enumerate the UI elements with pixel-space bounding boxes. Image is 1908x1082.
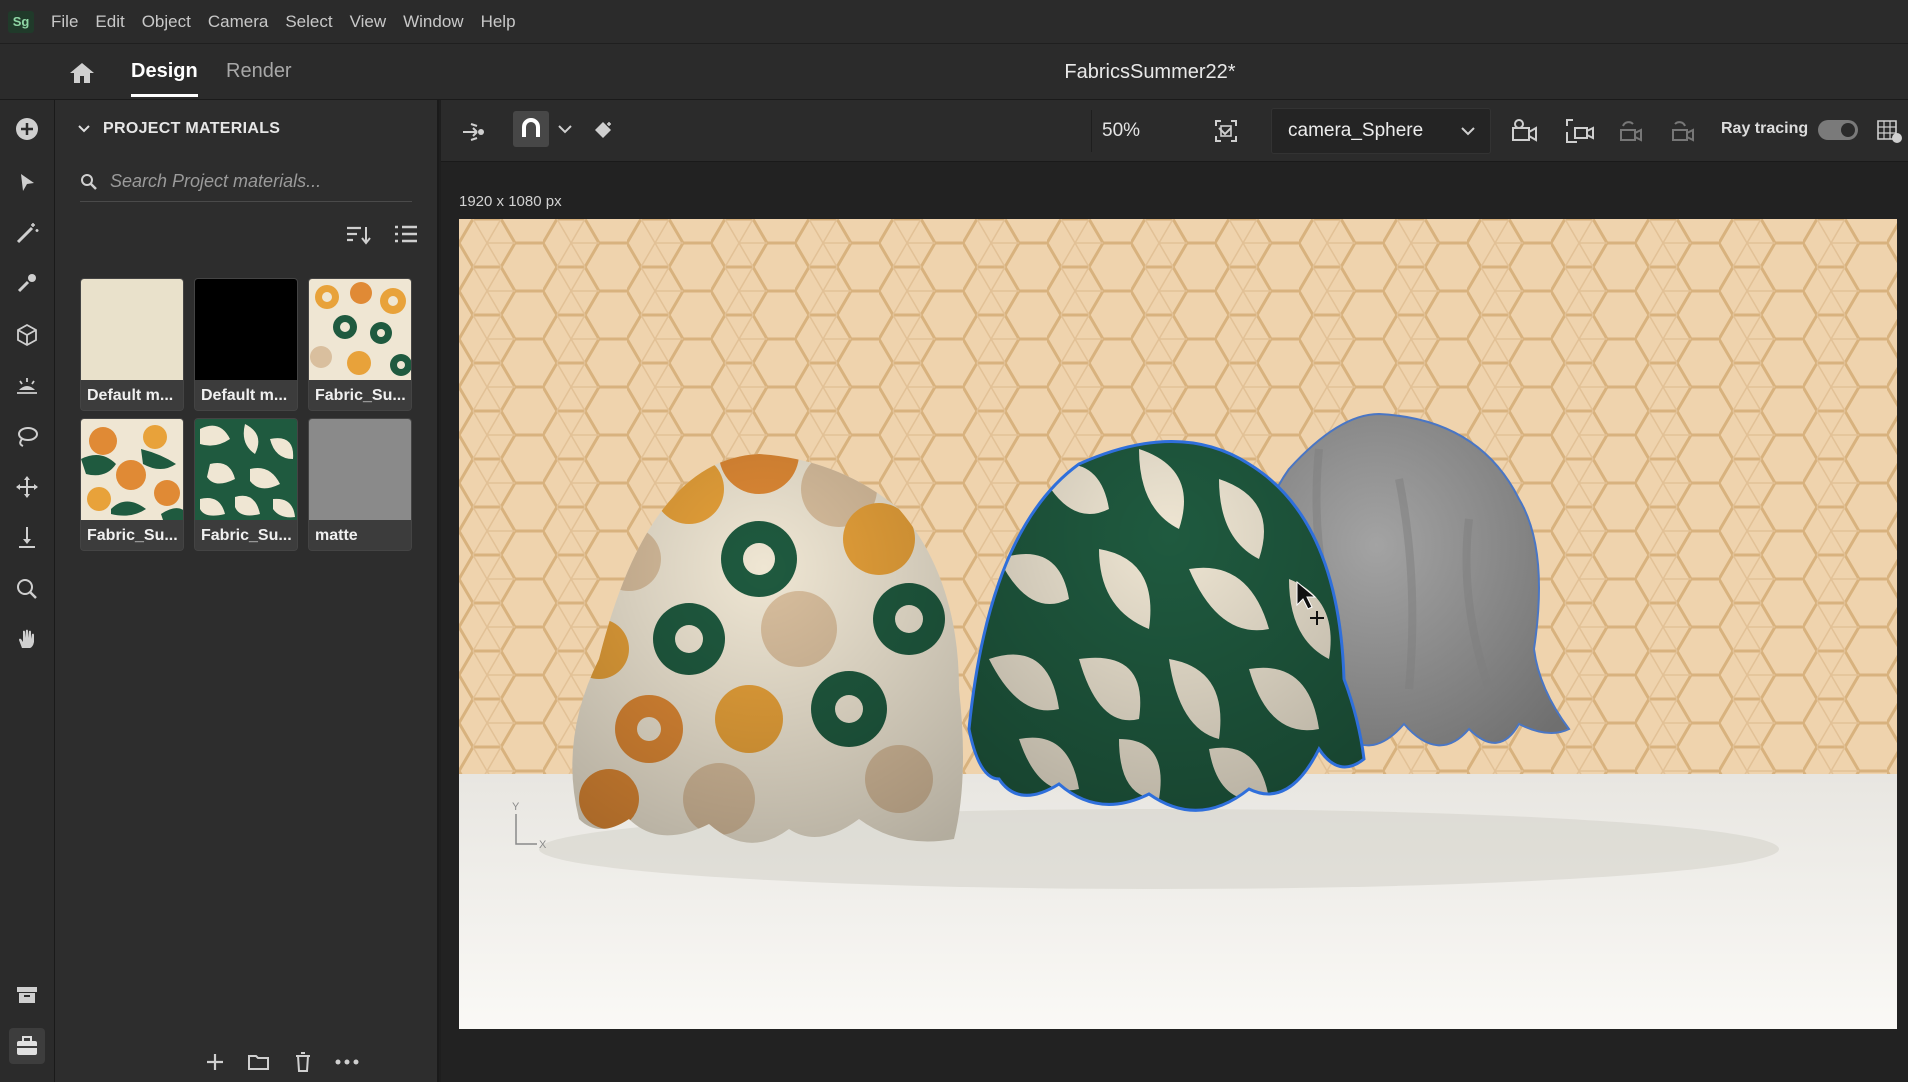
menu-bar: Sg File Edit Object Camera Select View W… <box>0 0 1908 44</box>
material-tile[interactable]: Fabric_Su... <box>194 418 298 551</box>
render-settings-icon[interactable] <box>1875 118 1905 144</box>
material-thumbnail <box>309 279 411 380</box>
material-search[interactable] <box>80 162 412 202</box>
lasso-icon[interactable] <box>12 422 42 452</box>
hand-icon[interactable] <box>12 624 42 654</box>
material-label: Fabric_Su... <box>81 520 183 550</box>
light-icon[interactable] <box>12 372 42 402</box>
panel-view-tools <box>345 224 419 246</box>
select-arrow-icon[interactable] <box>12 168 42 198</box>
tab-bar: FabricsSummer22* Design Render <box>0 44 1908 100</box>
material-label: Default m... <box>195 380 297 410</box>
folder-icon[interactable] <box>247 1052 271 1072</box>
camera-dropdown[interactable]: camera_Sphere <box>1271 108 1491 154</box>
material-tile[interactable]: matte <box>308 418 412 551</box>
material-thumbnail <box>195 419 297 520</box>
axis-y-label: Y <box>512 801 520 813</box>
material-label: Default m... <box>81 380 183 410</box>
menu-file[interactable]: File <box>51 12 78 32</box>
sort-icon[interactable] <box>345 224 371 246</box>
material-tile[interactable]: Default m... <box>194 278 298 411</box>
material-tile[interactable]: Fabric_Su... <box>308 278 412 411</box>
physics-drop-icon[interactable] <box>589 118 617 144</box>
search-icon <box>81 173 97 190</box>
chevron-down-icon[interactable] <box>557 124 573 134</box>
add-camera-icon[interactable] <box>1511 118 1541 144</box>
material-label: Fabric_Su... <box>309 380 411 410</box>
material-label: matte <box>309 520 411 550</box>
material-tile[interactable]: Default m... <box>80 278 184 411</box>
scene-render[interactable]: Y X <box>459 219 1897 1029</box>
chevron-down-icon <box>1461 127 1475 136</box>
ray-tracing-label: Ray tracing <box>1721 120 1809 137</box>
fit-to-view-icon[interactable] <box>1213 118 1239 144</box>
material-thumbnail <box>309 419 411 520</box>
ray-tracing-toggle[interactable] <box>1818 120 1858 140</box>
archive-icon[interactable] <box>12 980 42 1010</box>
drop-to-floor-icon[interactable] <box>12 522 42 552</box>
move-icon[interactable] <box>12 472 42 502</box>
delete-trash-icon[interactable] <box>293 1051 313 1073</box>
magnet-icon <box>522 118 540 137</box>
tab-design[interactable]: Design <box>131 60 198 97</box>
transform-gizmo-icon[interactable] <box>459 118 487 144</box>
menu-object[interactable]: Object <box>142 12 191 32</box>
panel-title: PROJECT MATERIALS <box>103 120 281 137</box>
material-thumbnail <box>81 279 183 380</box>
render-canvas[interactable]: Y X <box>459 219 1897 1029</box>
menu-window[interactable]: Window <box>403 12 463 32</box>
camera-name: camera_Sphere <box>1288 120 1424 141</box>
menu-camera[interactable]: Camera <box>208 12 268 32</box>
material-label: Fabric_Su... <box>195 520 297 550</box>
more-options-icon[interactable] <box>335 1059 359 1065</box>
cube-icon[interactable] <box>12 320 42 350</box>
menu-view[interactable]: View <box>350 12 387 32</box>
tools-toolbar <box>0 100 55 1082</box>
zoom-value: 50% <box>1102 120 1141 141</box>
axis-x-label: X <box>539 839 547 851</box>
assets-briefcase-icon[interactable] <box>9 1028 45 1064</box>
home-icon[interactable] <box>68 61 96 85</box>
magic-wand-icon[interactable] <box>12 218 42 248</box>
frame-camera-icon[interactable] <box>1565 118 1595 144</box>
chevron-down-icon[interactable] <box>77 124 91 134</box>
panel-header[interactable]: PROJECT MATERIALS <box>77 120 280 138</box>
menu-select[interactable]: Select <box>285 12 332 32</box>
tab-render[interactable]: Render <box>226 60 292 83</box>
camera-undo-icon[interactable] <box>1617 118 1647 144</box>
camera-redo-icon[interactable] <box>1669 118 1699 144</box>
zoom-icon[interactable] <box>12 574 42 604</box>
render-dimensions: 1920 x 1080 px <box>459 193 562 210</box>
add-material-icon[interactable] <box>205 1052 225 1072</box>
menu-edit[interactable]: Edit <box>95 12 124 32</box>
material-thumbnail <box>81 419 183 520</box>
eyedropper-icon[interactable] <box>12 268 42 298</box>
material-thumbnail <box>195 279 297 380</box>
search-input[interactable] <box>110 171 400 192</box>
list-view-icon[interactable] <box>393 224 419 246</box>
project-materials-panel: PROJECT MATERIALS Default m... Default m… <box>55 100 439 1082</box>
menu-help[interactable]: Help <box>481 12 516 32</box>
snap-magnet-button[interactable] <box>513 111 549 147</box>
viewport-toolbar: 50% camera_Sphere Ray tracing <box>441 100 1908 162</box>
viewport[interactable]: 1920 x 1080 px Y X <box>441 162 1908 1082</box>
add-icon[interactable] <box>12 114 42 144</box>
app-logo: Sg <box>8 10 34 33</box>
panel-footer <box>205 1042 359 1082</box>
material-tile[interactable]: Fabric_Su... <box>80 418 184 551</box>
